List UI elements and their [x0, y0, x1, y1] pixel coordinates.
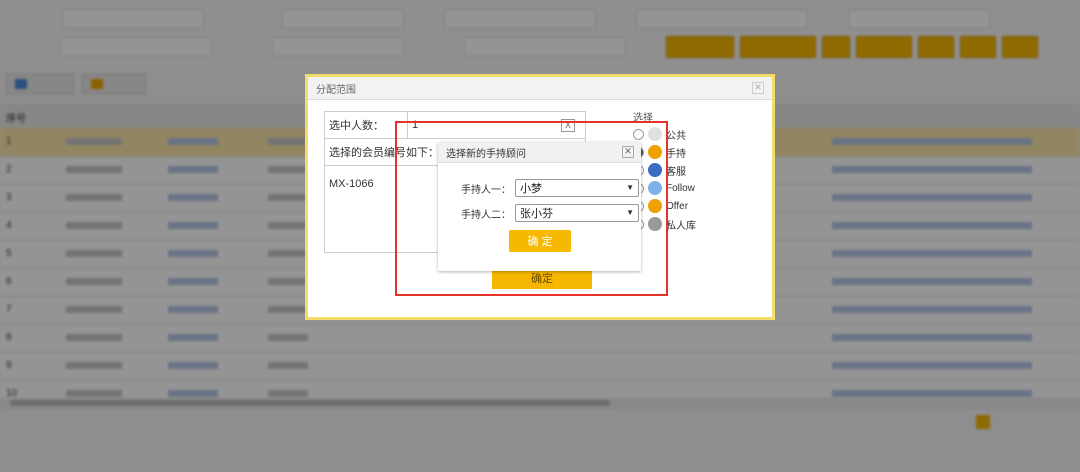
- range-option-label: 私人库: [666, 220, 696, 232]
- holder2-label: 手持人二：: [461, 209, 511, 221]
- close-icon[interactable]: ✕: [752, 82, 764, 94]
- holder1-label: 手持人一：: [461, 184, 511, 196]
- assign-dialog-title: 分配范围: [316, 84, 356, 96]
- confirm-button[interactable]: 确 定: [509, 230, 571, 252]
- range-option-label: 客服: [666, 166, 686, 178]
- close-icon[interactable]: ✕: [622, 146, 634, 158]
- select-consultant-dialog: 选择新的手持顾问 ✕ 手持人一： 小梦 ▼ 手持人二： 张小芬 ▼ 确 定: [438, 142, 641, 271]
- range-option-label: Follow: [666, 182, 695, 194]
- chevron-down-icon: ▼: [626, 183, 634, 192]
- member-code: MX-1066: [329, 178, 374, 190]
- range-option-label: 公共: [666, 130, 686, 142]
- holder2-select[interactable]: 张小芬 ▼: [515, 204, 639, 222]
- holder2-row: 手持人二： 张小芬 ▼: [448, 203, 639, 223]
- assign-dialog-titlebar: 分配范围 ✕: [308, 77, 772, 100]
- range-option-label: Offer: [666, 200, 689, 212]
- select-dialog-title: 选择新的手持顾问: [446, 148, 526, 160]
- select-dialog-titlebar: 选择新的手持顾问 ✕: [438, 142, 641, 163]
- range-option-label: 手持: [666, 148, 686, 160]
- holder1-value: 小梦: [520, 183, 542, 195]
- chevron-down-icon: ▼: [626, 208, 634, 217]
- holder1-select[interactable]: 小梦 ▼: [515, 179, 639, 197]
- holder2-value: 张小芬: [520, 208, 553, 220]
- holder1-row: 手持人一： 小梦 ▼: [448, 178, 639, 198]
